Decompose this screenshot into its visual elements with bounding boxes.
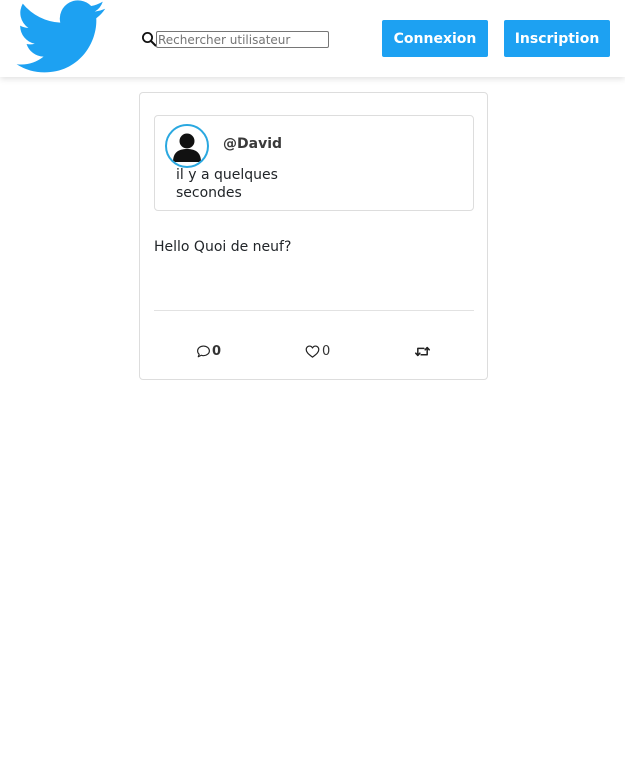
retweet-button[interactable] xyxy=(414,341,431,361)
tweet-actions: 0 0 xyxy=(140,341,489,361)
comment-icon xyxy=(197,345,210,357)
user-avatar-icon xyxy=(173,133,201,162)
top-navbar: Connexion Inscription xyxy=(0,0,625,77)
twitter-bird-icon[interactable] xyxy=(16,0,106,74)
tweet-text: Hello Quoi de neuf? xyxy=(154,239,292,255)
comment-count: 0 xyxy=(212,343,222,359)
tweet-card: @David il y a quelques secondes Hello Qu… xyxy=(139,92,488,380)
retweet-icon xyxy=(415,346,430,356)
login-button[interactable]: Connexion xyxy=(382,20,488,57)
tweet-timestamp: il y a quelques secondes xyxy=(176,167,278,201)
like-button[interactable]: 0 xyxy=(305,341,330,361)
heart-icon xyxy=(305,344,320,358)
comment-button[interactable]: 0 xyxy=(196,341,221,361)
divider xyxy=(154,310,474,311)
search-input[interactable] xyxy=(156,31,329,48)
avatar[interactable] xyxy=(165,124,209,168)
search-icon xyxy=(142,32,157,47)
like-count: 0 xyxy=(322,343,331,359)
tweet-username[interactable]: @David xyxy=(223,136,282,152)
tweet-author-box: @David il y a quelques secondes xyxy=(154,115,474,211)
register-button[interactable]: Inscription xyxy=(504,20,610,57)
